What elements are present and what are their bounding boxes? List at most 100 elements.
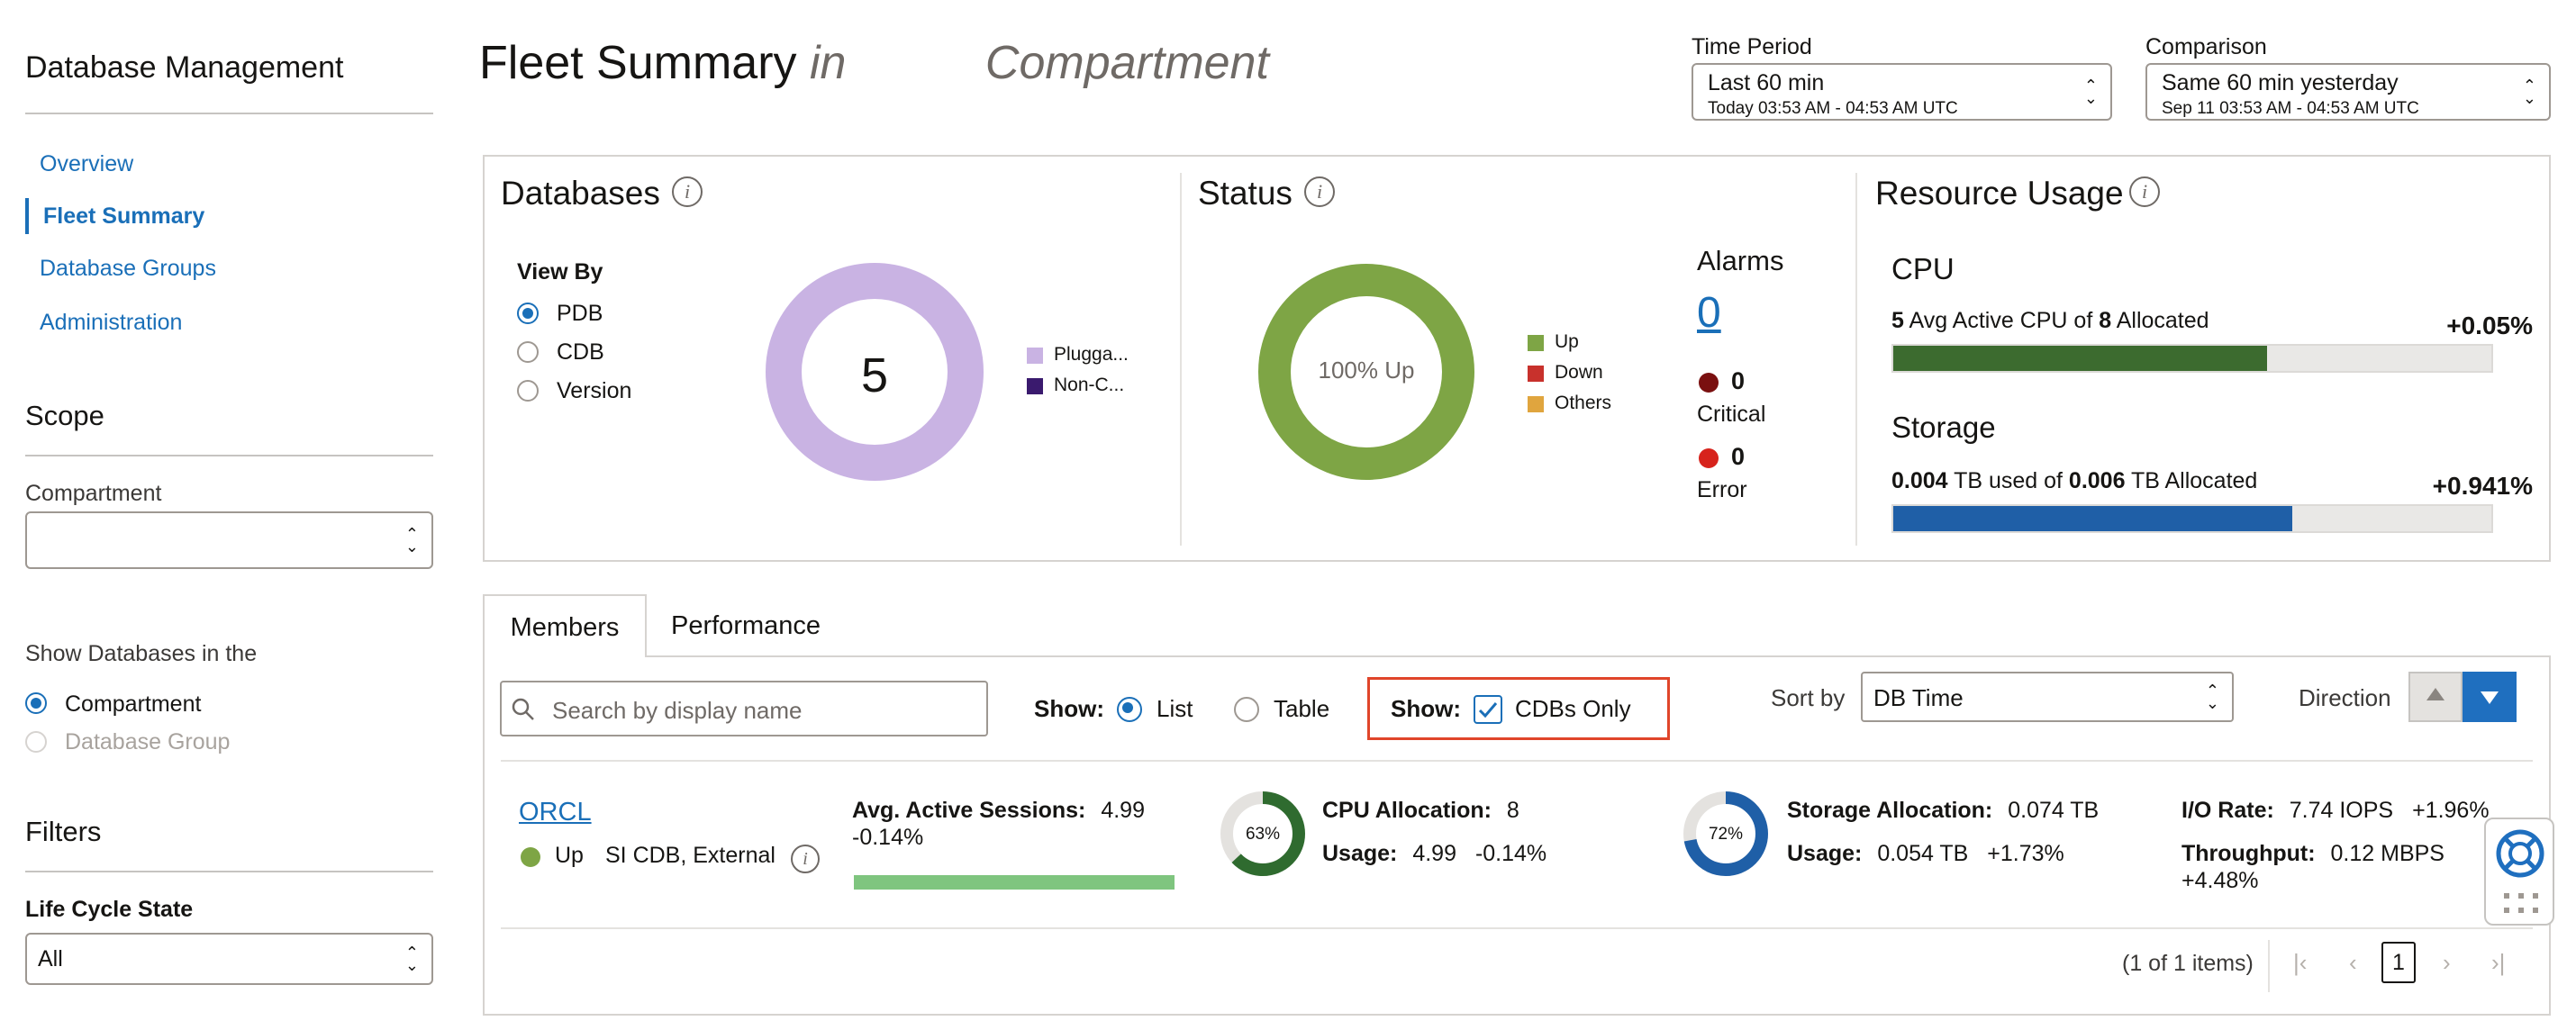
storage-title: Storage [1891,411,1996,444]
cpu-usage-fill [1893,346,2267,371]
io-line: I/O Rate: 7.74 IOPS +1.96% [2181,798,2490,824]
legend-pluggable: Plugga... [1054,344,1129,365]
critical-label: Critical [1697,402,1766,427]
pagination-summary: (1 of 1 items) [2122,951,2254,976]
radio-list-label: List [1156,695,1193,722]
summary-panel: Databases i View By PDB CDB Version 5 Pl… [483,155,2551,562]
info-icon[interactable]: i [791,845,820,873]
radio-database-group-label: Database Group [65,729,231,754]
io-label: I/O Rate: [2181,798,2274,823]
member-name-link[interactable]: ORCL [519,798,592,827]
radio-compartment[interactable] [25,692,47,714]
first-page-icon[interactable]: |‹ [2293,949,2307,977]
current-page-button[interactable]: 1 [2381,942,2416,983]
storage-alloc-label: Storage Allocation: [1787,798,1993,823]
cpu-alloc-value: 8 [1506,798,1519,823]
aas-line: Avg. Active Sessions: 4.99 [852,798,1145,824]
comparison-value: Same 60 min yesterday [2162,70,2399,95]
direction-label: Direction [2299,684,2391,711]
sort-by-select[interactable]: DB Time ⌃ ⌄ [1861,672,2234,722]
info-icon[interactable]: i [1304,176,1335,207]
title-in: in [809,37,847,89]
aas-value: 4.99 [1101,798,1145,823]
checkmark-icon [1478,702,1498,718]
cpu-title: CPU [1891,252,1955,285]
time-period-label: Time Period [1692,34,1812,59]
divider [2268,940,2270,992]
compartment-label: Compartment [25,481,162,506]
lifecycle-select[interactable]: All ⌃ ⌄ [25,933,433,985]
divider [25,871,433,872]
cpu-usage-label: Usage: [1322,841,1398,866]
filters-heading: Filters [25,816,102,847]
status-donut-label: 100% Up [1318,357,1415,384]
time-period-select[interactable]: Last 60 min Today 03:53 AM - 04:53 AM UT… [1692,63,2112,121]
radio-list[interactable] [1117,697,1142,722]
cpu-alloc-label: CPU Allocation: [1322,798,1492,823]
radio-table[interactable] [1234,697,1259,722]
divider [25,455,433,456]
legend-swatch [1027,348,1043,364]
cdbs-only-label: CDBs Only [1515,695,1631,722]
cpu-usage-change: -0.14% [1474,841,1547,866]
lifebuoy-icon [2496,829,2544,878]
time-period-value: Last 60 min [1708,70,1825,95]
radio-compartment-label: Compartment [65,691,202,717]
storage-usage-fill [1893,506,2292,531]
sidebar: Database Management Overview Fleet Summa… [0,0,468,1030]
compartment-select[interactable]: ⌃ ⌄ [25,511,433,569]
cdbs-only-checkbox[interactable] [1474,695,1502,724]
show-label: Show: [1034,695,1104,722]
sidebar-title: Database Management [25,50,344,85]
tab-members[interactable]: Members [483,594,647,657]
sort-by-label: Sort by [1771,684,1846,711]
aas-label: Avg. Active Sessions: [852,798,1086,823]
updown-chevron-icon: ⌃ ⌄ [2522,77,2536,107]
updown-chevron-icon: ⌃ ⌄ [404,944,419,974]
nav-item-database-groups[interactable]: Database Groups [25,250,440,286]
nav-item-fleet-summary[interactable]: Fleet Summary [25,198,440,234]
alarms-count-link[interactable]: 0 [1697,288,1721,338]
legend-swatch [1528,366,1544,382]
cpu-usage-line: Usage: 4.99 -0.14% [1322,841,1547,867]
next-page-icon[interactable]: › [2443,949,2451,977]
last-page-icon[interactable]: ›| [2491,949,2505,977]
drag-handle-icon[interactable] [2502,891,2540,917]
help-widget[interactable] [2484,818,2554,926]
legend-non-cdb: Non-C... [1054,375,1125,395]
storage-usage-line: Usage: 0.054 TB +1.73% [1787,841,2064,867]
member-type: SI CDB, External [605,843,776,868]
legend-swatch [1528,396,1544,412]
sort-by-value: DB Time [1873,684,1964,711]
radio-cdb[interactable] [517,341,539,363]
throughput-value: 0.12 MBPS [2330,841,2444,866]
radio-table-label: Table [1274,695,1330,722]
storage-used: 0.004 [1891,468,1948,493]
radio-database-group[interactable] [25,731,47,753]
legend-down: Down [1555,362,1603,383]
comparison-select[interactable]: Same 60 min yesterday Sep 11 03:53 AM - … [2145,63,2551,121]
member-status: Up [555,843,584,868]
radio-version[interactable] [517,380,539,402]
show-filter-label: Show: [1391,695,1461,722]
info-icon[interactable]: i [672,176,703,207]
alarms-title: Alarms [1697,245,1784,276]
triangle-down-icon [2481,691,2499,704]
info-icon[interactable]: i [2129,176,2160,207]
nav-item-administration[interactable]: Administration [25,304,440,340]
storage-alloc-value: 0.074 TB [2008,798,2100,823]
legend-swatch [1528,335,1544,351]
sort-descending-button[interactable] [2463,672,2517,722]
tab-performance[interactable]: Performance [671,594,821,657]
throughput-line: Throughput: 0.12 MBPS [2181,841,2444,867]
prev-page-icon[interactable]: ‹ [2349,949,2357,977]
updown-chevron-icon: ⌃ ⌄ [2205,682,2219,712]
io-change: +1.96% [2412,798,2490,823]
radio-pdb[interactable] [517,303,539,324]
search-input[interactable]: Search by display name [500,681,988,736]
nav-item-overview[interactable]: Overview [25,146,440,182]
io-value: 7.74 IOPS [2289,798,2394,823]
sort-ascending-button[interactable] [2408,672,2463,722]
critical-count: 0 [1731,367,1746,394]
cpu-summary: 5 Avg Active CPU of 8 Allocated [1891,308,2209,334]
